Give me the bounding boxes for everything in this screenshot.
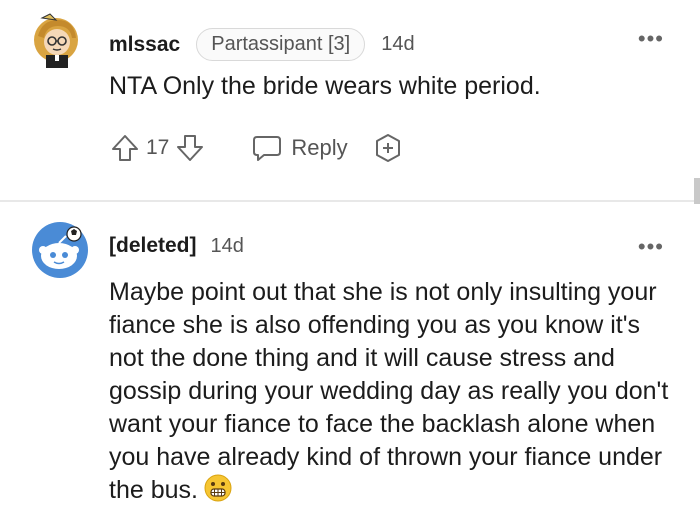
comment-body-text: Maybe point out that she is not only ins…	[109, 278, 669, 504]
comment-header: mlssac Partassipant [3] 14d	[109, 28, 415, 61]
scrollbar-thumb[interactable]	[694, 178, 700, 204]
comment-2: [deleted] 14d ••• Maybe point out that s…	[0, 202, 700, 511]
comment-1: mlssac Partassipant [3] 14d ••• NTA Only…	[0, 0, 700, 200]
comment-age: 14d	[210, 234, 244, 257]
reply-button[interactable]: Reply	[251, 133, 348, 163]
comment-header: [deleted] 14d	[109, 234, 244, 258]
overflow-menu-icon[interactable]: •••	[638, 26, 664, 52]
upvote-icon[interactable]	[110, 133, 140, 163]
downvote-icon[interactable]	[175, 133, 205, 163]
overflow-menu-icon[interactable]: •••	[638, 234, 664, 260]
comment-body: NTA Only the bride wears white period.	[109, 72, 541, 100]
username[interactable]: mlssac	[109, 33, 180, 57]
user-flair: Partassipant [3]	[196, 28, 366, 61]
comment-age: 14d	[381, 33, 415, 55]
reply-label: Reply	[291, 135, 348, 160]
reply-bubble-icon	[253, 136, 282, 161]
comment-actions: 17 Reply	[110, 128, 404, 168]
award-plus-icon[interactable]	[372, 132, 404, 164]
vote-score: 17	[146, 136, 170, 159]
comment-body: Maybe point out that she is not only ins…	[109, 276, 679, 507]
username: [deleted]	[109, 234, 197, 257]
grimace-emoji-icon	[204, 474, 232, 502]
deleted-user-avatar	[32, 222, 88, 278]
user-avatar[interactable]	[28, 12, 88, 72]
